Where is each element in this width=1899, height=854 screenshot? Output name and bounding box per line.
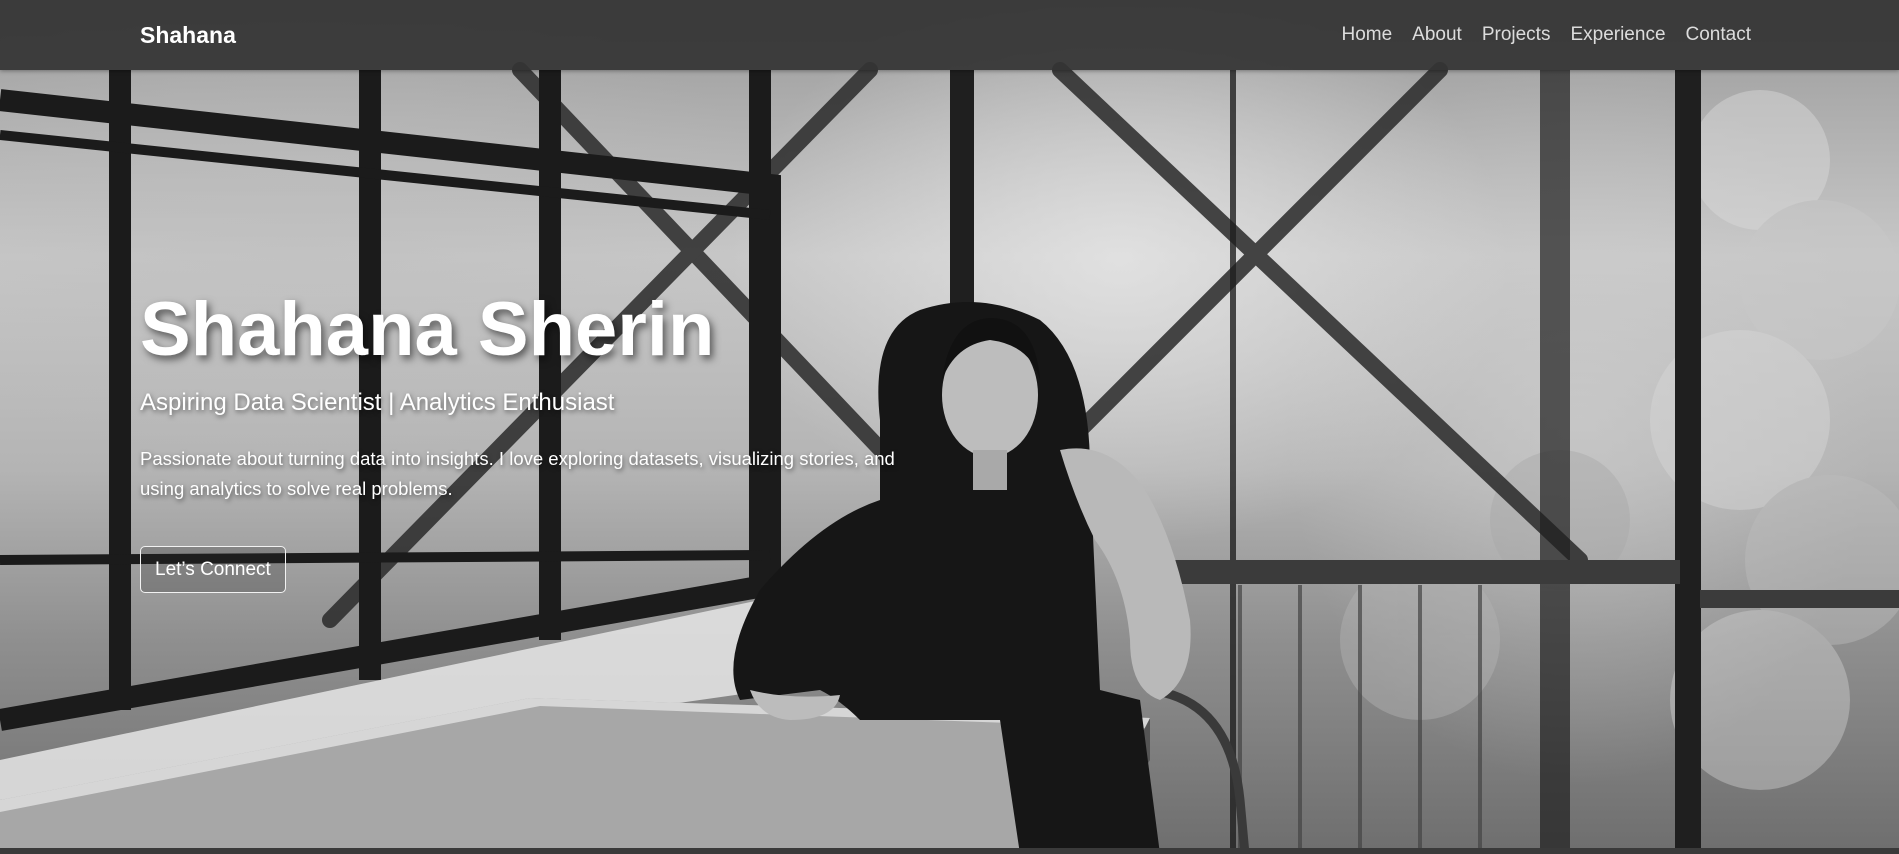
top-navbar: Shahana Home About Projects Experience C… [0, 0, 1899, 70]
nav-item-projects: Projects [1482, 24, 1551, 46]
nav-item-experience: Experience [1570, 24, 1665, 46]
nav-link-contact[interactable]: Contact [1686, 24, 1751, 45]
hero-content: Shahana Sherin Aspiring Data Scientist |… [140, 282, 960, 593]
nav-links: Home About Projects Experience Contact [1341, 0, 1751, 70]
hero-name-heading: Shahana Sherin [140, 287, 715, 372]
nav-link-projects[interactable]: Projects [1482, 24, 1551, 45]
nav-item-home: Home [1341, 24, 1392, 46]
hero-tagline: Aspiring Data Scientist | Analytics Enth… [140, 389, 615, 416]
nav-item-contact: Contact [1686, 24, 1751, 46]
nav-link-home[interactable]: Home [1341, 24, 1392, 45]
hero-description: Passionate about turning data into insig… [140, 448, 895, 499]
brand-logo-link[interactable]: Shahana [140, 0, 236, 70]
lets-connect-button[interactable]: Let’s Connect [140, 546, 286, 593]
nav-link-about[interactable]: About [1412, 24, 1462, 45]
nav-item-about: About [1412, 24, 1462, 46]
hero-section: Shahana Home About Projects Experience C… [0, 0, 1899, 854]
bottom-divider [0, 848, 1899, 854]
nav-link-experience[interactable]: Experience [1570, 24, 1665, 45]
